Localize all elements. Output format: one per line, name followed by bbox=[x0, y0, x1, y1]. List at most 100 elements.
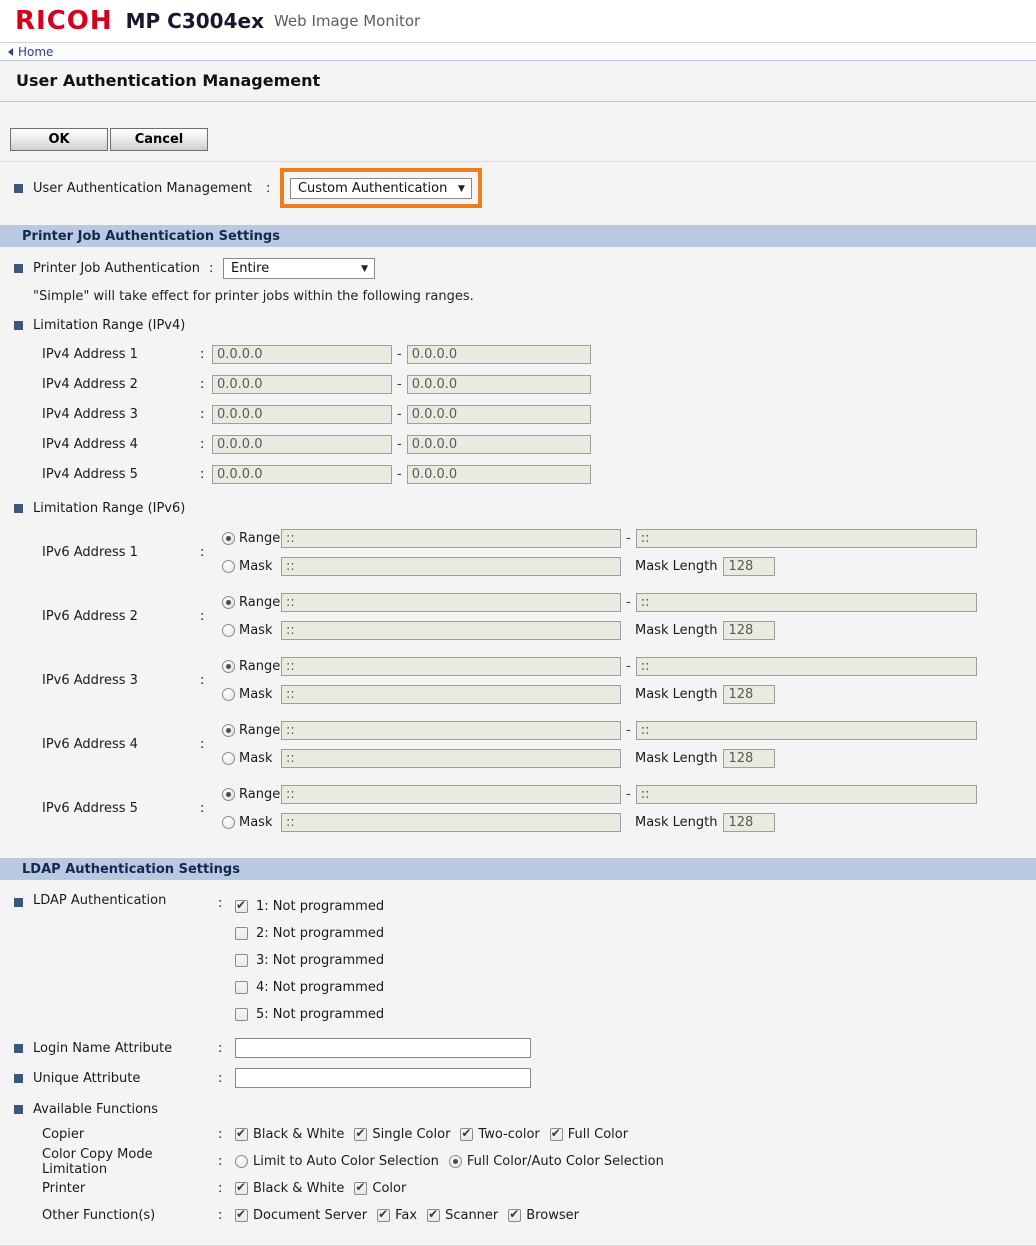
app-header: RICOH MP C3004ex Web Image Monitor bbox=[0, 0, 1036, 43]
function-option-checkbox[interactable] bbox=[460, 1128, 473, 1141]
function-row: Other Function(s):Document ServerFaxScan… bbox=[42, 1202, 1036, 1229]
ipv6-mask-input[interactable] bbox=[281, 557, 621, 576]
ipv6-address-row: IPv6 Address 3:Range-MaskMask Length bbox=[42, 652, 1036, 708]
ipv6-mask-radio[interactable] bbox=[222, 560, 235, 573]
function-option-radio[interactable] bbox=[449, 1155, 462, 1168]
function-option-radio[interactable] bbox=[235, 1155, 248, 1168]
ldap-server-checkbox[interactable] bbox=[235, 1008, 248, 1021]
simple-note: "Simple" will take effect for printer jo… bbox=[33, 289, 1036, 304]
ldap-server-checkbox[interactable] bbox=[235, 927, 248, 940]
ldap-server-option: 1: Not programmed bbox=[235, 893, 384, 920]
ipv4-to-input[interactable] bbox=[407, 435, 591, 454]
ipv4-address-row: IPv4 Address 1:- bbox=[42, 339, 1036, 369]
ipv6-range-from-input[interactable] bbox=[281, 721, 621, 740]
function-row: Color Copy Mode Limitation:Limit to Auto… bbox=[42, 1148, 1036, 1175]
mask-length-input[interactable] bbox=[723, 813, 775, 832]
ipv4-from-input[interactable] bbox=[212, 405, 392, 424]
bullet-icon bbox=[14, 504, 23, 513]
bullet-icon bbox=[14, 898, 23, 907]
mask-length-input[interactable] bbox=[723, 749, 775, 768]
highlight-annotation: Custom Authentication ▼ bbox=[280, 168, 482, 208]
ipv4-limitation-label-row: Limitation Range (IPv4) bbox=[14, 318, 1036, 333]
ipv4-address-row: IPv4 Address 5:- bbox=[42, 459, 1036, 489]
ipv4-from-input[interactable] bbox=[212, 345, 392, 364]
ipv6-address-row: IPv6 Address 1:Range-MaskMask Length bbox=[42, 524, 1036, 580]
ldap-server-checkbox[interactable] bbox=[235, 981, 248, 994]
ipv6-range-from-input[interactable] bbox=[281, 593, 621, 612]
ipv6-mask-radio[interactable] bbox=[222, 752, 235, 765]
ipv4-address-row: IPv4 Address 3:- bbox=[42, 399, 1036, 429]
home-link[interactable]: Home bbox=[8, 45, 53, 59]
cancel-button-top[interactable]: Cancel bbox=[110, 128, 208, 151]
login-name-attribute-input[interactable] bbox=[235, 1038, 531, 1058]
available-function-rows: Copier:Black & WhiteSingle ColorTwo-colo… bbox=[42, 1121, 1036, 1229]
printer-job-auth-select[interactable]: Entire ▼ bbox=[223, 258, 375, 279]
function-option-checkbox[interactable] bbox=[235, 1128, 248, 1141]
bullet-icon bbox=[14, 1044, 23, 1053]
ipv6-range-radio[interactable] bbox=[222, 596, 235, 609]
function-option-checkbox[interactable] bbox=[550, 1128, 563, 1141]
ipv4-to-input[interactable] bbox=[407, 405, 591, 424]
ipv6-range-from-input[interactable] bbox=[281, 785, 621, 804]
mask-length-input[interactable] bbox=[723, 621, 775, 640]
ipv6-mask-radio[interactable] bbox=[222, 688, 235, 701]
ipv6-mask-input[interactable] bbox=[281, 813, 621, 832]
ipv4-from-input[interactable] bbox=[212, 465, 392, 484]
ldap-auth-row: LDAP Authentication : 1: Not programmed2… bbox=[14, 893, 1036, 1028]
ipv6-mask-radio[interactable] bbox=[222, 816, 235, 829]
ldap-server-option: 5: Not programmed bbox=[235, 1001, 384, 1028]
function-option-checkbox[interactable] bbox=[354, 1182, 367, 1195]
ipv4-to-input[interactable] bbox=[407, 375, 591, 394]
bullet-icon bbox=[14, 1074, 23, 1083]
ipv6-address-row: IPv6 Address 4:Range-MaskMask Length bbox=[42, 716, 1036, 772]
ipv6-mask-radio[interactable] bbox=[222, 624, 235, 637]
ipv4-to-input[interactable] bbox=[407, 345, 591, 364]
ipv6-mask-input[interactable] bbox=[281, 621, 621, 640]
unique-attribute-input[interactable] bbox=[235, 1068, 531, 1088]
ipv6-mask-input[interactable] bbox=[281, 685, 621, 704]
ipv6-mask-input[interactable] bbox=[281, 749, 621, 768]
printer-job-auth-row: Printer Job Authentication : Entire ▼ bbox=[14, 258, 1036, 279]
user-auth-select[interactable]: Custom Authentication ▼ bbox=[290, 178, 472, 199]
ipv4-from-input[interactable] bbox=[212, 375, 392, 394]
breadcrumb: Home bbox=[0, 43, 1036, 61]
ipv6-range-to-input[interactable] bbox=[636, 529, 977, 548]
ipv6-address-row: IPv6 Address 2:Range-MaskMask Length bbox=[42, 588, 1036, 644]
page-title: User Authentication Management bbox=[16, 71, 1020, 90]
function-row: Copier:Black & WhiteSingle ColorTwo-colo… bbox=[42, 1121, 1036, 1148]
ipv4-to-input[interactable] bbox=[407, 465, 591, 484]
title-band: User Authentication Management bbox=[0, 61, 1036, 102]
ldap-section-header: LDAP Authentication Settings bbox=[0, 858, 1036, 880]
function-option-checkbox[interactable] bbox=[427, 1209, 440, 1222]
ipv6-range-to-input[interactable] bbox=[636, 593, 977, 612]
back-arrow-icon bbox=[8, 48, 13, 56]
ipv6-limitation-label-row: Limitation Range (IPv6) bbox=[14, 501, 1036, 516]
function-option-checkbox[interactable] bbox=[354, 1128, 367, 1141]
ipv6-range-radio[interactable] bbox=[222, 788, 235, 801]
ipv4-address-row: IPv4 Address 2:- bbox=[42, 369, 1036, 399]
ldap-server-checkbox[interactable] bbox=[235, 954, 248, 967]
ipv6-range-to-input[interactable] bbox=[636, 721, 977, 740]
ldap-server-checkbox[interactable] bbox=[235, 900, 248, 913]
ipv6-range-from-input[interactable] bbox=[281, 529, 621, 548]
bullet-icon bbox=[14, 184, 23, 193]
mask-length-input[interactable] bbox=[723, 557, 775, 576]
ricoh-logo: RICOH bbox=[15, 8, 113, 34]
mask-length-input[interactable] bbox=[723, 685, 775, 704]
function-option-checkbox[interactable] bbox=[508, 1209, 521, 1222]
ipv6-range-radio[interactable] bbox=[222, 532, 235, 545]
ipv4-rows: IPv4 Address 1:-IPv4 Address 2:-IPv4 Add… bbox=[42, 339, 1036, 489]
function-option-checkbox[interactable] bbox=[235, 1182, 248, 1195]
ipv6-range-radio[interactable] bbox=[222, 724, 235, 737]
ipv6-range-to-input[interactable] bbox=[636, 657, 977, 676]
ipv4-from-input[interactable] bbox=[212, 435, 392, 454]
ipv6-range-radio[interactable] bbox=[222, 660, 235, 673]
ipv6-range-to-input[interactable] bbox=[636, 785, 977, 804]
chevron-down-icon: ▼ bbox=[361, 264, 368, 274]
ipv6-range-from-input[interactable] bbox=[281, 657, 621, 676]
ipv4-address-row: IPv4 Address 4:- bbox=[42, 429, 1036, 459]
available-functions-label-row: Available Functions bbox=[14, 1102, 1036, 1117]
ok-button-top[interactable]: OK bbox=[10, 128, 108, 151]
function-option-checkbox[interactable] bbox=[377, 1209, 390, 1222]
function-option-checkbox[interactable] bbox=[235, 1209, 248, 1222]
